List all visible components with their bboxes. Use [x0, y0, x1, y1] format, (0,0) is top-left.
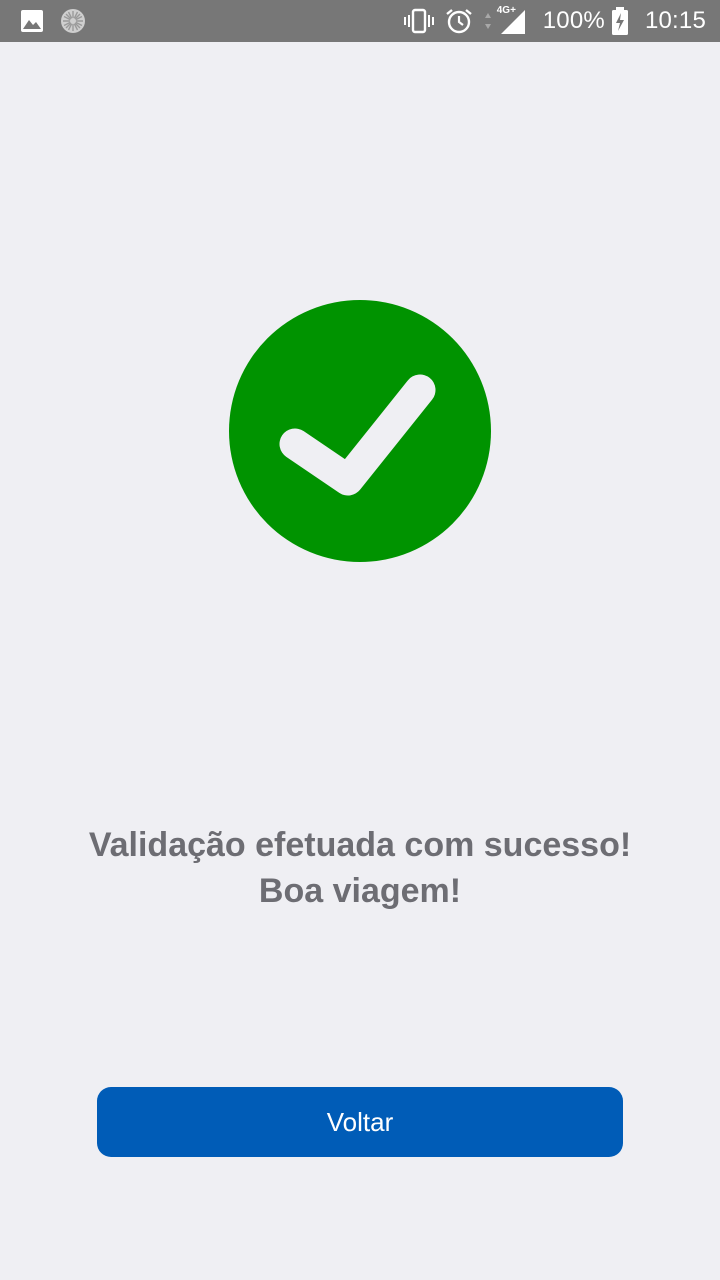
battery-charging-icon: [611, 7, 629, 35]
vibrate-icon: [403, 8, 435, 34]
alarm-icon: [445, 7, 473, 35]
status-bar-system: 4G+ 100% 10:15: [403, 0, 706, 42]
status-bar: 4G+ 100% 10:15: [0, 0, 720, 42]
image-icon: [20, 9, 44, 33]
success-message-line1: Validação efetuada com sucesso!: [88, 826, 632, 864]
check-circle-icon: [228, 299, 492, 563]
success-message: Validação efetuada com sucesso! Boa viag…: [0, 822, 720, 914]
network-type-label: 4G+: [496, 5, 516, 16]
battery-percent: 100%: [542, 7, 605, 34]
data-arrows-icon: [483, 9, 493, 33]
success-message-line2: Boa viagem!: [258, 872, 462, 910]
signal-icon: 4G+: [495, 5, 529, 36]
status-bar-notifications: [20, 8, 86, 34]
clock: 10:15: [644, 7, 706, 34]
loading-spinner-icon: [60, 8, 86, 34]
back-button[interactable]: Voltar: [97, 1087, 623, 1157]
